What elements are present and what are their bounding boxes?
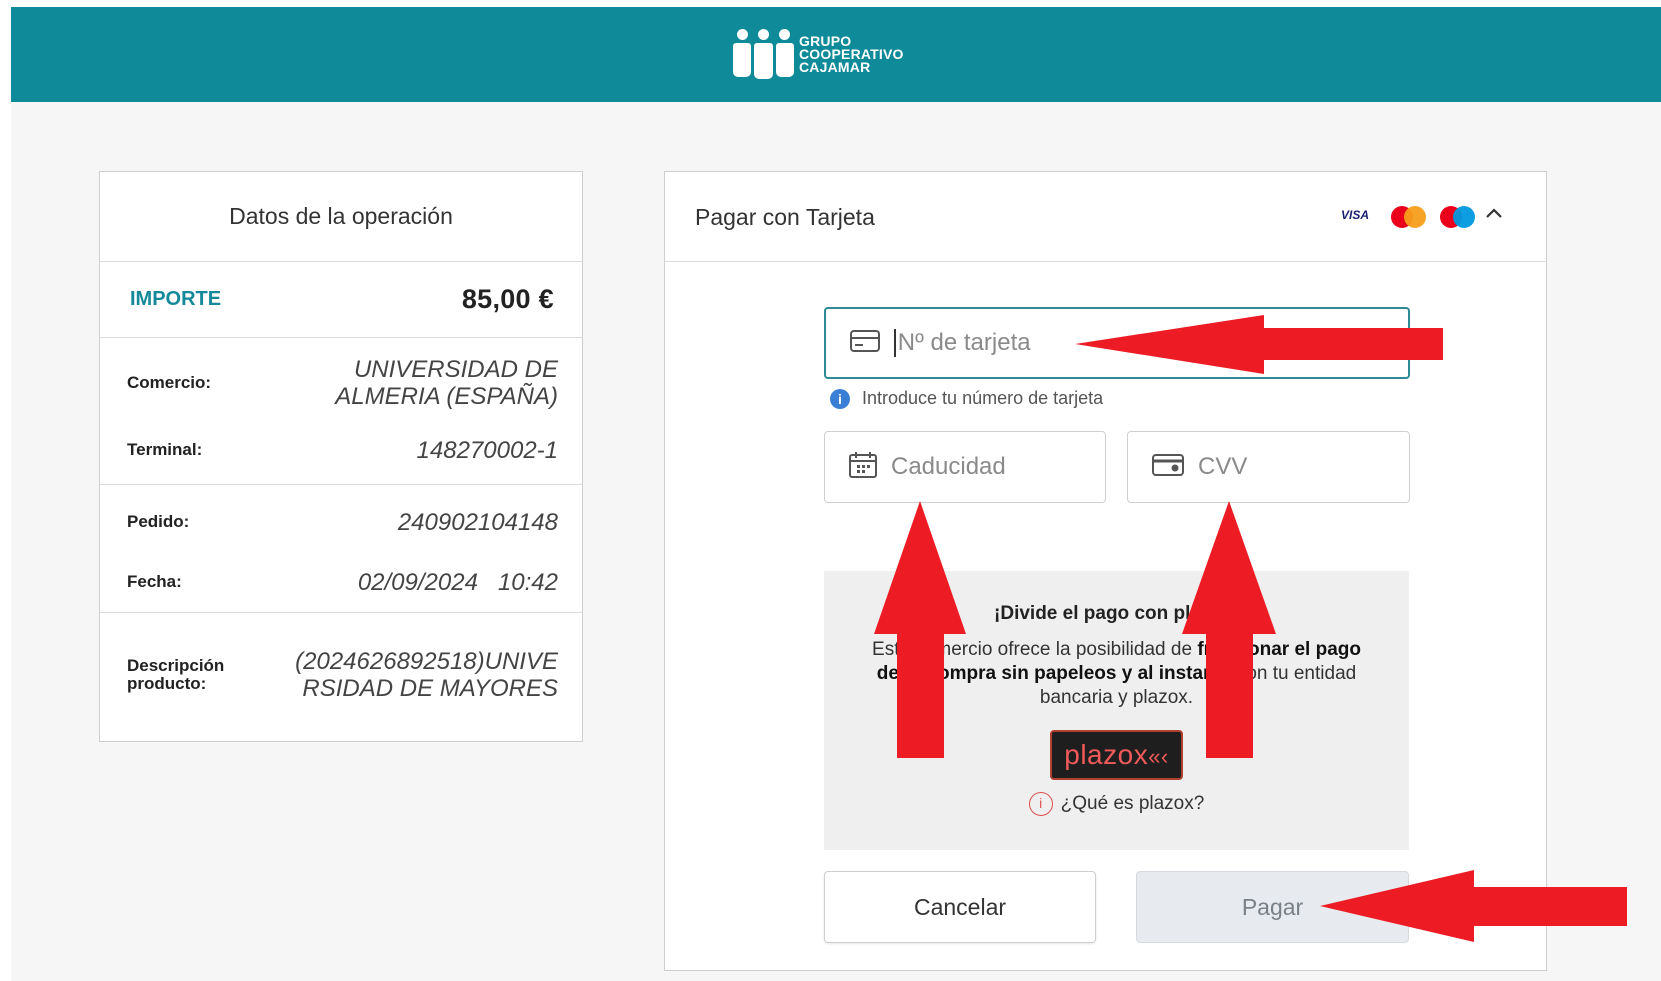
amount-label: IMPORTE [130,288,222,310]
operation-title: Datos de la operación [100,172,582,262]
pedido-value: 240902104148 [397,508,558,536]
card-cvv-icon [1152,453,1184,481]
promo-title: ¡Divide el pago con plazox! [994,603,1239,624]
amount-row: IMPORTE 85,00 € [100,262,582,338]
card-number-field[interactable] [824,307,1410,379]
comercio-row: Comercio: UNIVERSIDAD DE ALMERIA (ESPAÑA… [100,354,582,412]
amount-value: 85,00 € [461,284,554,314]
payment-header[interactable]: Pagar con Tarjeta VISA [665,172,1546,262]
descripcion-label: Descripción producto: [127,656,225,693]
chevron-up-icon[interactable] [1485,202,1503,225]
cvv-field[interactable] [1127,431,1410,503]
credit-card-icon [850,329,880,357]
fecha-value: 02/09/2024 10:42 [357,568,558,596]
operation-panel: Datos de la operación IMPORTE 85,00 € Co… [99,171,583,742]
info-circle-icon: i [1028,792,1053,816]
descripcion-value: (2024626892518)UNIVERSIDAD DE MAYORES [295,648,558,702]
expiry-input[interactable] [891,453,1105,481]
comercio-value: UNIVERSIDAD DE ALMERIA (ESPAÑA) [335,356,558,410]
text-cursor [894,329,896,357]
visa-icon: VISA [1341,208,1370,222]
logo-text-line: CAJAMAR [799,58,871,75]
cajamar-logo: GRUPO COOPERATIVO CAJAMAR [733,29,904,79]
terminal-row: Terminal: 148270002-1 [100,424,582,476]
plazox-logo: plazox«‹ [1050,730,1183,780]
cajamar-people-icon [733,29,795,79]
cancel-button[interactable]: Cancelar [824,871,1096,943]
card-hint: i Introduce tu número de tarjeta [830,388,1103,409]
merchant-group: Comercio: UNIVERSIDAD DE ALMERIA (ESPAÑA… [100,338,582,485]
header-bar: GRUPO COOPERATIVO CAJAMAR [11,7,1661,102]
terminal-value: 148270002-1 [416,436,558,464]
mastercard-icon [1391,206,1427,228]
fecha-row: Fecha: 02/09/2024 10:42 [100,555,582,609]
plazox-promo: ¡Divide el pago con plazox! Este comerci… [824,571,1409,850]
terminal-label: Terminal: [127,440,203,459]
description-group: Descripción producto: (2024626892518)UNI… [100,613,582,737]
payment-title: Pagar con Tarjeta [695,204,875,230]
card-number-input[interactable] [897,329,1408,357]
descripcion-row: Descripción producto: (2024626892518)UNI… [100,629,582,721]
info-icon: i [830,388,850,409]
what-is-plazox-link[interactable]: i ¿Qué es plazox? [824,792,1409,816]
maestro-icon [1440,206,1476,228]
pedido-label: Pedido: [127,512,190,531]
promo-text-part: Este comercio ofrece la posibilidad de [872,639,1198,660]
card-hint-text: Introduce tu número de tarjeta [862,388,1104,408]
expiry-field[interactable] [824,431,1106,503]
promo-text: Este comercio ofrece la posibilidad de f… [867,638,1367,710]
pedido-row: Pedido: 240902104148 [100,495,582,549]
calendar-icon [849,451,877,483]
what-is-plazox-text: ¿Qué es plazox? [1060,793,1205,814]
comercio-label: Comercio: [127,373,212,392]
order-group: Pedido: 240902104148 Fecha: 02/09/2024 1… [100,485,582,613]
fecha-label: Fecha: [127,572,182,591]
pay-button[interactable]: Pagar [1136,871,1409,943]
cvv-input[interactable] [1198,453,1409,481]
plazox-logo-text: plazox [1064,739,1149,770]
